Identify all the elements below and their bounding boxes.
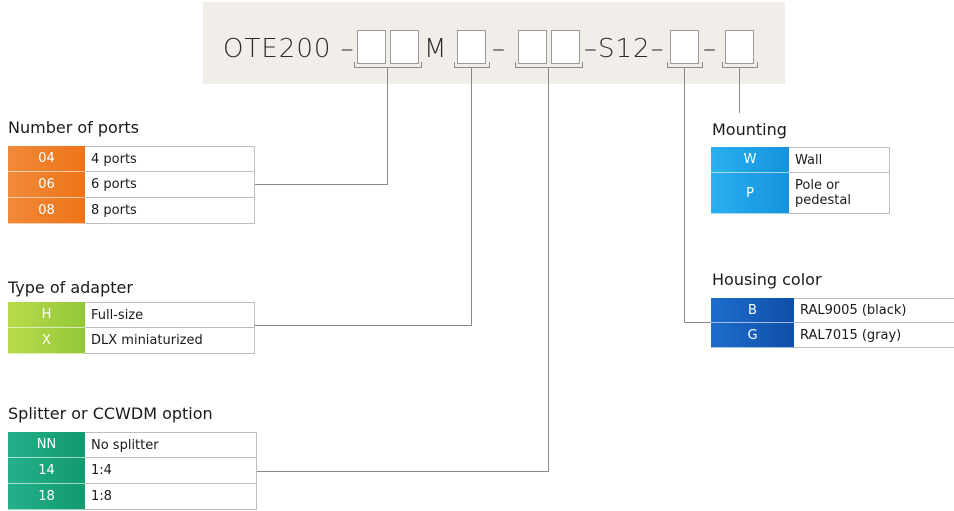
code-dash-1: –	[492, 34, 506, 64]
table-row: G RAL7015 (gray)	[711, 323, 954, 348]
code-cell: X	[8, 328, 85, 354]
code-cell: B	[711, 298, 794, 323]
desc-cell: Wall	[789, 147, 890, 173]
code-cell: 08	[8, 198, 85, 224]
desc-cell: 1:4	[85, 458, 257, 484]
desc-cell: 8 ports	[85, 198, 255, 224]
bracket-splitter	[515, 62, 583, 68]
desc-cell: 1:8	[85, 484, 257, 510]
code-cell: W	[711, 147, 789, 173]
section-title-housing: Housing color	[712, 270, 822, 289]
table-housing: B RAL9005 (black) G RAL7015 (gray)	[711, 298, 954, 348]
code-letter-m: M	[424, 34, 448, 64]
table-mounting: W Wall P Pole or pedestal	[711, 147, 890, 214]
desc-cell: RAL7015 (gray)	[794, 323, 954, 348]
bracket-ports	[354, 62, 422, 68]
bracket-housing	[667, 62, 703, 68]
table-row: P Pole or pedestal	[711, 173, 890, 214]
table-row: W Wall	[711, 147, 890, 173]
section-title-mounting: Mounting	[712, 120, 787, 139]
code-cell: G	[711, 323, 794, 348]
table-adapter: H Full-size X DLX miniaturized	[8, 302, 255, 354]
connector-adapter-h	[255, 325, 472, 326]
bracket-mounting	[722, 62, 758, 68]
code-slot-mounting	[725, 30, 754, 64]
connector-mounting-v	[739, 68, 740, 113]
table-row: 06 6 ports	[8, 172, 255, 198]
code-cell: 04	[8, 146, 85, 172]
desc-cell: Pole or pedestal	[789, 173, 890, 214]
code-cell: P	[711, 173, 789, 214]
connector-ports-h	[255, 184, 388, 185]
code-slot-housing	[670, 30, 699, 64]
table-ports: 04 4 ports 06 6 ports 08 8 ports	[8, 146, 255, 224]
code-slot-ports-1	[357, 30, 386, 64]
code-s12: –S12–	[584, 34, 665, 64]
bracket-adapter	[454, 62, 490, 68]
table-splitter: NN No splitter 14 1:4 18 1:8	[8, 432, 257, 510]
table-row: H Full-size	[8, 302, 255, 328]
code-slot-adapter	[457, 30, 486, 64]
connector-splitter-v	[548, 68, 549, 472]
connector-housing-h	[684, 322, 712, 323]
connector-adapter-v	[471, 68, 472, 326]
code-slot-ports-2	[390, 30, 419, 64]
code-slot-splitter-1	[518, 30, 547, 64]
code-slot-splitter-2	[551, 30, 580, 64]
table-row: 08 8 ports	[8, 198, 255, 224]
desc-cell: DLX miniaturized	[85, 328, 255, 354]
connector-splitter-h	[257, 471, 549, 472]
desc-cell: 4 ports	[85, 146, 255, 172]
code-dash-2: –	[703, 34, 717, 64]
desc-cell: 6 ports	[85, 172, 255, 198]
desc-cell: RAL9005 (black)	[794, 298, 954, 323]
code-cell: NN	[8, 432, 85, 458]
table-row: 04 4 ports	[8, 146, 255, 172]
desc-cell: No splitter	[85, 432, 257, 458]
table-row: X DLX miniaturized	[8, 328, 255, 354]
code-prefix: OTE200 –	[223, 34, 355, 64]
connector-housing-v	[684, 68, 685, 323]
section-title-splitter: Splitter or CCWDM option	[8, 404, 213, 423]
desc-cell: Full-size	[85, 302, 255, 328]
code-cell: 06	[8, 172, 85, 198]
table-row: NN No splitter	[8, 432, 257, 458]
code-cell: 18	[8, 484, 85, 510]
table-row: 18 1:8	[8, 484, 257, 510]
code-cell: H	[8, 302, 85, 328]
section-title-adapter: Type of adapter	[8, 278, 133, 297]
connector-ports-v	[387, 68, 388, 185]
section-title-ports: Number of ports	[8, 118, 139, 137]
code-cell: 14	[8, 458, 85, 484]
table-row: B RAL9005 (black)	[711, 298, 954, 323]
table-row: 14 1:4	[8, 458, 257, 484]
